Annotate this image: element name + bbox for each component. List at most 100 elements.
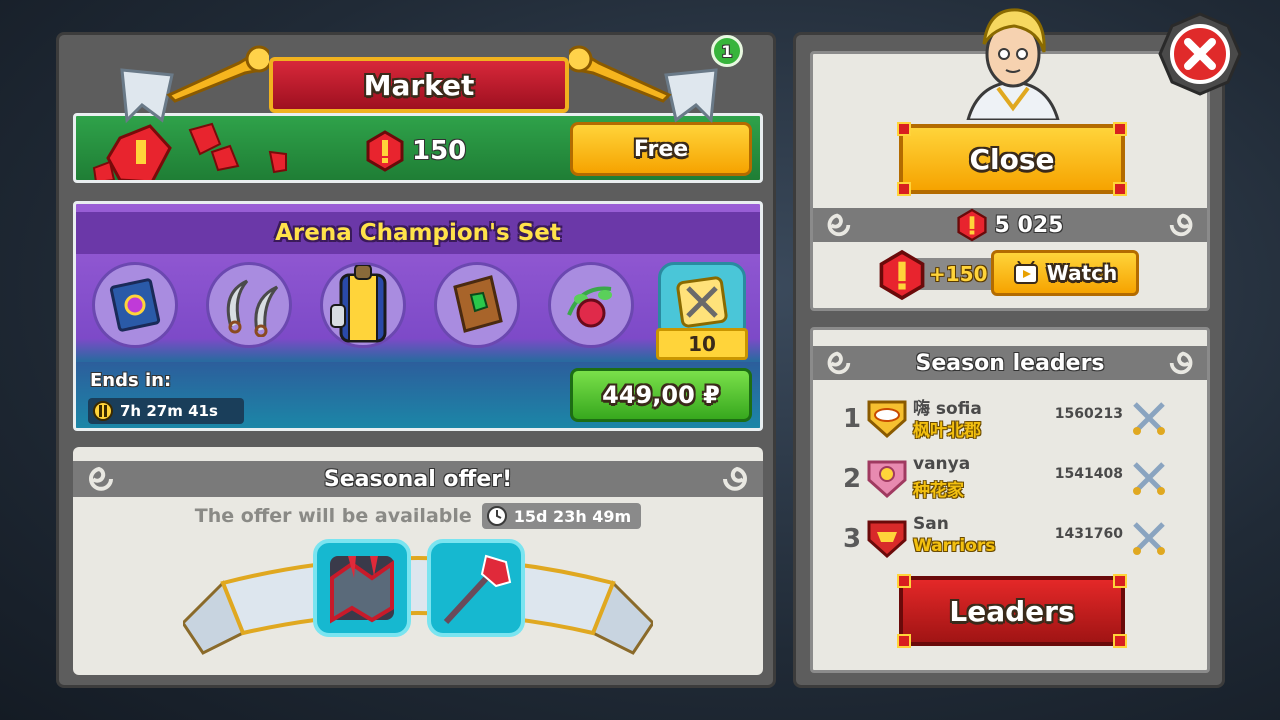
- seasonal-message: The offer will be available: [194, 505, 472, 527]
- free-count-badge: 1: [711, 35, 743, 67]
- crimson-staff-icon: [443, 554, 512, 625]
- free-gems-value: 150: [412, 136, 467, 166]
- market-title-banner: Market: [269, 57, 569, 113]
- item-arena-ticket[interactable]: 10: [656, 262, 748, 360]
- close-x-icon[interactable]: [1158, 12, 1242, 96]
- watch-ad-row: +150 Watch: [879, 248, 1149, 302]
- leader-guild: 枫叶北郡: [913, 421, 981, 441]
- trumpet-left-icon: [166, 45, 269, 103]
- item-spellbook[interactable]: [92, 262, 178, 348]
- item-shield[interactable]: [434, 262, 520, 348]
- item-armor[interactable]: [320, 262, 406, 348]
- seasonal-item-armor[interactable]: [313, 539, 411, 637]
- crimson-armor-icon: [330, 556, 394, 624]
- leader-row[interactable]: 2 vanya 种花家 1541408: [843, 454, 1183, 504]
- seasonal-item-staff[interactable]: [427, 539, 525, 637]
- wooden-shield-icon: [453, 275, 503, 333]
- leader-score: 1560213: [1054, 406, 1123, 422]
- seasonal-availability: The offer will be available 15d 23h 49m: [73, 501, 763, 531]
- arena-set-offer: Arena Champion's Set 10 Ends in: 7h 27m …: [73, 201, 763, 431]
- swirl-right-icon: [1169, 351, 1193, 375]
- character-portrait-icon: [966, 8, 1060, 120]
- trumpet-right-icon: [569, 45, 672, 103]
- item-berry[interactable]: [548, 262, 634, 348]
- swirl-left-icon: [89, 466, 113, 491]
- price-label: 449,00 ₽: [602, 381, 720, 409]
- gem-balance-value: 5 025: [994, 212, 1064, 238]
- leader-guild: Warriors: [913, 536, 996, 556]
- leaders-button[interactable]: Leaders: [897, 574, 1127, 648]
- corner-ornament: [1113, 182, 1127, 196]
- watch-button[interactable]: Watch: [991, 250, 1139, 296]
- guild-emblem-icon: [867, 400, 907, 438]
- seasonal-title-band: Seasonal offer!: [73, 461, 763, 497]
- leader-rank: 2: [843, 464, 862, 494]
- crossed-swords-icon: [1133, 522, 1165, 555]
- corner-ornament: [1113, 634, 1127, 648]
- clock-icon: [486, 506, 507, 526]
- ticket-count-badge: 10: [656, 328, 748, 360]
- leaders-title-band: Season leaders: [813, 346, 1207, 380]
- leader-row[interactable]: 3 San Warriors 1431760: [843, 514, 1183, 564]
- armor-icon: [330, 265, 387, 343]
- free-count-value: 1: [721, 41, 733, 61]
- ends-in-label: Ends in:: [90, 370, 172, 391]
- ends-timer-value: 7h 27m 41s: [120, 402, 218, 420]
- leader-row[interactable]: 1 嗨 sofia 枫叶北郡 1560213: [843, 394, 1183, 444]
- guild-emblem-icon: [867, 520, 907, 558]
- leader-guild: 种花家: [913, 481, 964, 501]
- corner-ornament: [1113, 122, 1127, 136]
- leader-score: 1541408: [1054, 466, 1123, 482]
- arena-set-title: Arena Champion's Set: [275, 220, 561, 246]
- leaders-button-label: Leaders: [949, 594, 1075, 628]
- corner-ornament: [897, 122, 911, 136]
- leader-rank: 1: [843, 404, 862, 434]
- seasonal-title: Seasonal offer!: [323, 466, 513, 492]
- season-leaders-card: Season leaders 1 嗨 sofia 枫叶北郡 1560213 2: [810, 327, 1210, 673]
- spellbook-icon: [109, 278, 161, 332]
- close-button[interactable]: Close: [897, 122, 1127, 196]
- market-title: Market: [363, 68, 475, 102]
- swirl-right-icon: [1169, 213, 1193, 237]
- market-panel: Market 150 Free 1 Arena Champion's Set 1…: [56, 32, 776, 688]
- ticket-count: 10: [688, 332, 716, 356]
- item-sickles[interactable]: [206, 262, 292, 348]
- timer-icon: [93, 401, 113, 421]
- ruby-icon: [879, 249, 925, 301]
- swirl-left-icon: [827, 351, 851, 375]
- ends-timer: 7h 27m 41s: [88, 398, 244, 424]
- leader-score: 1431760: [1054, 526, 1123, 542]
- guild-emblem-icon: [867, 460, 907, 498]
- ruby-pile-icon: [92, 122, 287, 180]
- free-button-label: Free: [633, 136, 689, 162]
- twin-sickles-icon: [226, 279, 279, 337]
- leader-name: vanya: [913, 454, 971, 474]
- watch-button-label: Watch: [1046, 261, 1118, 285]
- crossed-swords-icon: [1133, 402, 1165, 435]
- arena-set-title-band: Arena Champion's Set: [76, 212, 760, 254]
- corner-ornament: [1113, 574, 1127, 588]
- seasonal-timer: 15d 23h 49m: [481, 503, 642, 529]
- berry-vine-icon: [567, 286, 612, 328]
- corner-ornament: [897, 574, 911, 588]
- ribbon-decoration-icon: [183, 556, 653, 655]
- watch-bonus-value: +150: [929, 262, 988, 286]
- swirl-left-icon: [827, 213, 851, 237]
- corner-ornament: [897, 182, 911, 196]
- leader-name: San: [913, 514, 949, 534]
- video-icon: [1013, 261, 1038, 284]
- seasonal-offer: Seasonal offer! The offer will be availa…: [73, 447, 763, 675]
- gem-balance: 5 025: [813, 208, 1207, 242]
- leader-rank: 3: [843, 524, 862, 554]
- crossed-swords-icon: [1133, 462, 1165, 495]
- buy-set-button[interactable]: 449,00 ₽: [570, 368, 752, 422]
- free-button[interactable]: Free: [570, 122, 752, 176]
- leaders-title: Season leaders: [915, 350, 1105, 376]
- arena-set-footer: Ends in: 7h 27m 41s 449,00 ₽: [76, 362, 760, 428]
- swirl-right-icon: [723, 466, 747, 491]
- corner-ornament: [897, 634, 911, 648]
- free-gems-amount: 150: [366, 130, 466, 172]
- side-panel: Close 5 025 +150 Watch Season leaders 1 …: [793, 32, 1225, 688]
- ruby-icon: [366, 130, 404, 172]
- ruby-icon: [956, 208, 987, 242]
